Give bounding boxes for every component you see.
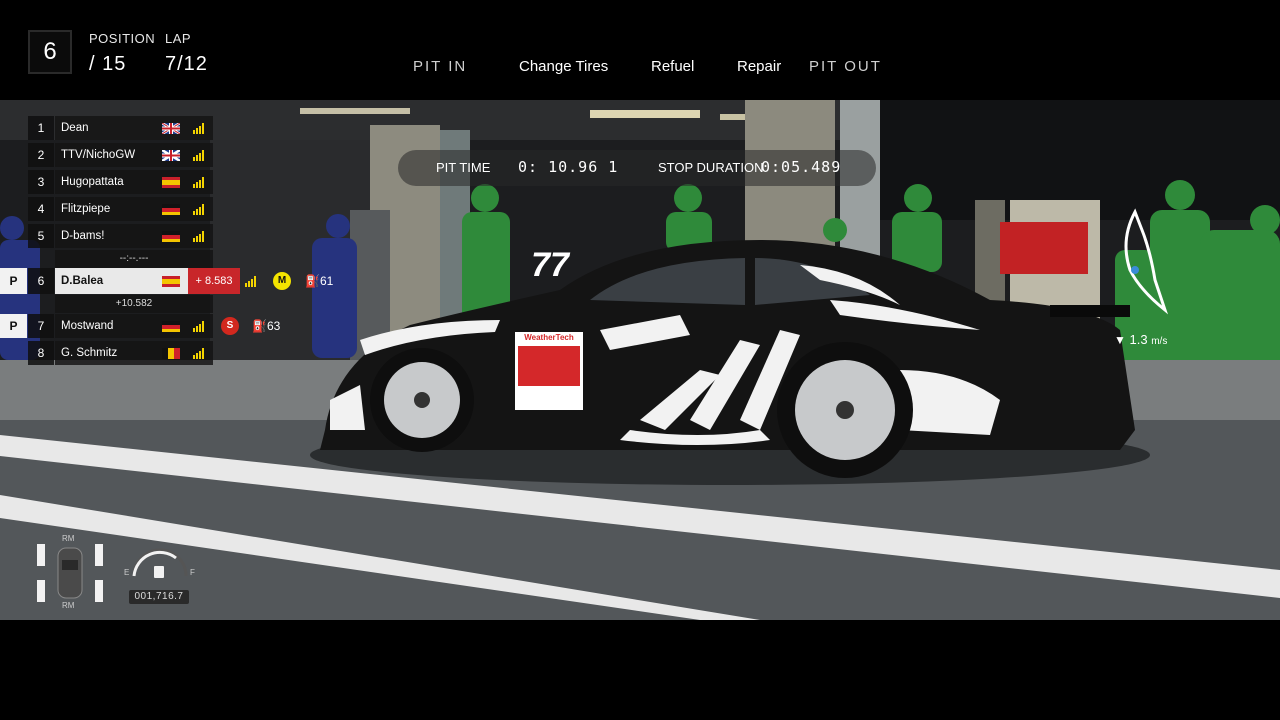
pit-badge: P — [0, 268, 27, 294]
position-total: / 15 — [89, 53, 127, 75]
stop-duration-value: 0:05.489 — [761, 158, 842, 176]
germany-flag-icon — [162, 231, 180, 242]
driver-name: G. Schmitz — [55, 341, 213, 365]
uk-flag-icon — [162, 150, 180, 161]
fuel-gauge: E F — [124, 544, 195, 584]
row-position: 6 — [28, 268, 54, 294]
leaderboard-row: 4 Flitzpiepe — [0, 197, 360, 221]
row-position: 3 — [28, 170, 54, 194]
row-position: 5 — [28, 224, 54, 248]
signal-strength-icon — [193, 123, 205, 134]
signal-strength-icon — [193, 177, 205, 188]
stop-duration-label: STOP DURATION — [658, 160, 764, 175]
leaderboard-row: 5 D-bams! — [0, 224, 360, 248]
fuel-pump-icon: ⛽ — [305, 274, 320, 288]
position-label: POSITION — [89, 31, 156, 46]
fuel-level: 61 — [320, 274, 334, 288]
spain-flag-icon — [162, 177, 180, 188]
refuel-option[interactable]: Refuel — [651, 58, 694, 75]
driver-name: Mostwand — [55, 314, 213, 338]
odometer: 001,716.7 — [129, 590, 189, 604]
pit-time-value: 0: 10.96 1 — [518, 158, 619, 176]
leaderboard-row: 3 Hugopattata — [0, 170, 360, 194]
speed-unit: m/s — [1151, 336, 1168, 347]
medium-tyre-icon: M — [273, 272, 291, 290]
pit-badge: P — [0, 314, 27, 338]
pit-in-option[interactable]: PIT IN — [413, 58, 467, 75]
germany-flag-icon — [162, 321, 180, 332]
signal-strength-icon — [193, 204, 205, 215]
pit-timer-panel: PIT TIME 0: 10.96 1 STOP DURATION 0:05.4… — [398, 150, 876, 186]
fuel-gauge-arc-icon — [132, 548, 188, 578]
change-tires-option[interactable]: Change Tires — [519, 58, 608, 75]
front-wheel — [370, 348, 474, 452]
row-position: 4 — [28, 197, 54, 221]
rear-wheel — [777, 342, 913, 478]
gap-to-leader: + 8.583 — [188, 268, 240, 294]
lap-label: LAP — [165, 31, 192, 46]
pointer-icon: ▼ — [1114, 333, 1126, 347]
gap-behind: +10.582 — [55, 295, 213, 313]
fuel-level: 63 — [267, 319, 281, 333]
tire-status-widget: RM RM — [34, 534, 106, 610]
speed-value: 1.3 — [1129, 332, 1148, 347]
current-position-box: 6 — [28, 30, 72, 74]
soft-tyre-icon: S — [221, 317, 239, 335]
fuel-pump-icon: ⛽ — [252, 319, 267, 333]
driver-name: D-bams! — [55, 224, 213, 248]
lap-value: 7/12 — [165, 53, 208, 75]
signal-strength-icon — [193, 231, 205, 242]
signal-strength-icon — [193, 150, 205, 161]
leaderboard-row: 8 G. Schmitz — [0, 341, 360, 365]
car-number: 77 — [531, 246, 569, 284]
driver-name: TTV/NichoGW — [55, 143, 213, 167]
top-hud-bar: 6 POSITION / 15 LAP 7/12 PIT IN Change T… — [0, 0, 1280, 100]
belgium-flag-icon — [162, 348, 180, 359]
leaderboard-row: P 7 Mostwand S ⛽ 63 — [0, 314, 360, 338]
germany-flag-icon — [162, 204, 180, 215]
uk-flag-icon — [162, 123, 180, 134]
leaderboard-row: 1 Dean — [0, 116, 360, 140]
spain-flag-icon — [162, 276, 180, 287]
pit-time-label: PIT TIME — [436, 160, 491, 175]
speed-readout: ▼ 1.3 m/s — [1114, 332, 1167, 347]
signal-strength-icon — [193, 348, 205, 359]
repair-option[interactable]: Repair — [737, 58, 781, 75]
leaderboard-row-player: P 6 D.Balea + 8.583 M ⛽ 61 — [0, 268, 360, 294]
row-position: 7 — [28, 314, 54, 338]
car-topdown-icon — [37, 544, 103, 602]
driver-name: Dean — [55, 116, 213, 140]
row-position: 1 — [28, 116, 54, 140]
signal-strength-icon — [245, 276, 257, 287]
driver-name: Hugopattata — [55, 170, 213, 194]
row-position: 2 — [28, 143, 54, 167]
fuel-full-label: F — [190, 568, 195, 577]
row-position: 8 — [28, 341, 54, 365]
leaderboard-row: 2 TTV/NichoGW — [0, 143, 360, 167]
gap-ahead: --:--.--- — [55, 250, 213, 268]
fuel-empty-label: E — [124, 568, 130, 577]
signal-strength-icon — [193, 321, 205, 332]
pit-out-option[interactable]: PIT OUT — [809, 58, 882, 75]
car-sponsor: WeatherTech — [524, 333, 574, 342]
driver-name: Flitzpiepe — [55, 197, 213, 221]
